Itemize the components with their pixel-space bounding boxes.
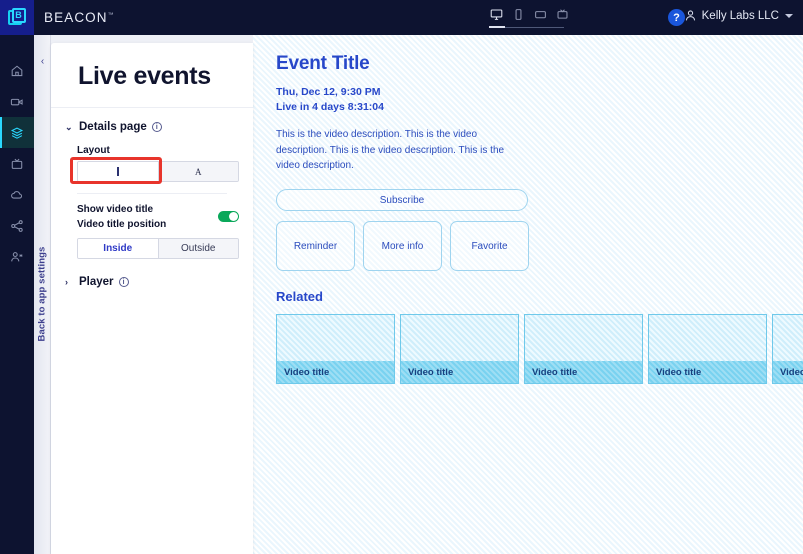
- video-title-label: Video title: [277, 361, 394, 383]
- layout-segmented-control: A: [77, 161, 239, 182]
- video-title-label: Video title: [525, 361, 642, 383]
- sidebar-item-apps[interactable]: [0, 148, 34, 179]
- letter-a-icon: A: [195, 166, 202, 177]
- cloud-icon: [11, 190, 23, 199]
- video-title-label: Video title: [401, 361, 518, 383]
- settings-panel-wrapper: ‹ Back to app settings Live events ⌄ Det…: [34, 35, 253, 554]
- section-header-player[interactable]: › Player i: [65, 276, 239, 288]
- chevron-down-icon: [785, 13, 793, 18]
- device-tv-button[interactable]: [555, 7, 570, 22]
- chevron-right-icon: ›: [65, 277, 68, 287]
- event-countdown: Live in 4 days 8:31:04: [276, 101, 384, 114]
- related-video-list: Video title Video title Video title Vide…: [276, 314, 803, 384]
- list-item[interactable]: Video title: [772, 314, 803, 384]
- sidebar-item-home[interactable]: [0, 55, 34, 86]
- beacon-logo[interactable]: B: [0, 0, 34, 35]
- brand-trademark: ™: [107, 12, 115, 19]
- section-label-details-page: Details page: [79, 121, 147, 133]
- logo-letter: B: [11, 8, 26, 23]
- preview-action-buttons: Reminder More info Favorite: [276, 221, 803, 271]
- show-video-title-label: Show video title: [77, 204, 154, 215]
- favorite-button[interactable]: Favorite: [450, 221, 529, 271]
- back-to-app-settings-strip[interactable]: ‹ Back to app settings: [34, 35, 51, 554]
- sidebar-item-videos[interactable]: [0, 86, 34, 117]
- event-title: Event Title: [276, 53, 370, 74]
- subscribe-button[interactable]: Subscribe: [276, 189, 528, 211]
- preview-content: Event Title Thu, Dec 12, 9:30 PM Live in…: [253, 35, 803, 384]
- event-meta: Thu, Dec 12, 9:30 PM Live in 4 days 8:31…: [276, 85, 803, 115]
- account-name: Kelly Labs LLC: [701, 9, 779, 22]
- device-active-indicator: [489, 26, 505, 28]
- brand-name: BEACON™: [44, 10, 115, 25]
- home-icon: [11, 65, 23, 76]
- event-date: Thu, Dec 12, 9:30 PM: [276, 86, 381, 98]
- tv-icon: [11, 158, 23, 169]
- list-item[interactable]: Video title: [524, 314, 643, 384]
- top-bar: B BEACON™ ? Kelly Labs LLC: [0, 0, 803, 35]
- video-title-position-label: Video title position: [77, 218, 167, 230]
- vertical-bar-icon: [116, 167, 119, 176]
- section-label-player: Player: [79, 276, 114, 288]
- device-desktop-button[interactable]: [489, 7, 504, 22]
- device-tablet-button[interactable]: [533, 7, 548, 22]
- show-video-title-toggle[interactable]: [218, 211, 239, 222]
- device-preview-switcher: [489, 7, 570, 22]
- sidebar-item-collections[interactable]: [0, 117, 34, 148]
- user-avatar-icon: [685, 10, 695, 21]
- left-nav-rail: [0, 35, 34, 554]
- list-item[interactable]: Video title: [276, 314, 395, 384]
- position-option-outside[interactable]: Outside: [158, 239, 238, 258]
- sidebar-item-cloud[interactable]: [0, 179, 34, 210]
- list-item[interactable]: Video title: [648, 314, 767, 384]
- collapse-panel-button[interactable]: ‹: [36, 50, 49, 72]
- layers-icon: [10, 127, 24, 139]
- beacon-logo-icon: B: [7, 8, 27, 27]
- back-to-app-settings-label[interactable]: Back to app settings: [37, 247, 48, 342]
- layout-option-bar[interactable]: [78, 162, 159, 181]
- chevron-left-icon: ‹: [40, 55, 45, 67]
- sidebar-item-audience[interactable]: [0, 241, 34, 272]
- list-item[interactable]: Video title: [400, 314, 519, 384]
- related-heading: Related: [276, 289, 323, 304]
- event-description: This is the video description. This is t…: [276, 129, 505, 171]
- toggle-knob: [229, 212, 238, 221]
- settings-panel: Live events ⌄ Details page i Layout A Sh…: [51, 43, 253, 554]
- chevron-down-icon: ⌄: [65, 121, 73, 132]
- video-camera-icon: [10, 98, 23, 105]
- video-title-settings: Show video title Video title position: [77, 203, 239, 232]
- panel-divider: [77, 193, 227, 194]
- video-title-label: Video title: [649, 361, 766, 383]
- position-option-inside[interactable]: Inside: [78, 239, 159, 258]
- layout-label: Layout: [77, 145, 110, 156]
- video-title-labels: Show video title Video title position: [77, 203, 166, 232]
- layout-option-a[interactable]: A: [158, 162, 238, 181]
- device-mobile-button[interactable]: [511, 7, 526, 22]
- share-icon: [11, 219, 23, 232]
- sidebar-item-distribution[interactable]: [0, 210, 34, 241]
- section-header-details-page[interactable]: ⌄ Details page i: [65, 121, 239, 133]
- video-title-position-segmented-control: Inside Outside: [77, 238, 239, 259]
- more-info-button[interactable]: More info: [363, 221, 442, 271]
- layout-option-group: A: [65, 157, 239, 184]
- page-title: Live events: [51, 43, 253, 108]
- users-icon: [11, 251, 23, 261]
- settings-panel-body: ⌄ Details page i Layout A Show video tit…: [51, 108, 253, 288]
- video-title-label: Video title: [773, 361, 803, 383]
- info-icon[interactable]: i: [151, 122, 162, 132]
- reminder-button[interactable]: Reminder: [276, 221, 355, 271]
- preview-canvas: Event Title Thu, Dec 12, 9:30 PM Live in…: [253, 35, 803, 554]
- help-icon[interactable]: ?: [668, 9, 685, 26]
- account-menu[interactable]: Kelly Labs LLC: [684, 9, 793, 22]
- brand-text: BEACON: [44, 10, 108, 25]
- info-icon[interactable]: i: [118, 277, 129, 287]
